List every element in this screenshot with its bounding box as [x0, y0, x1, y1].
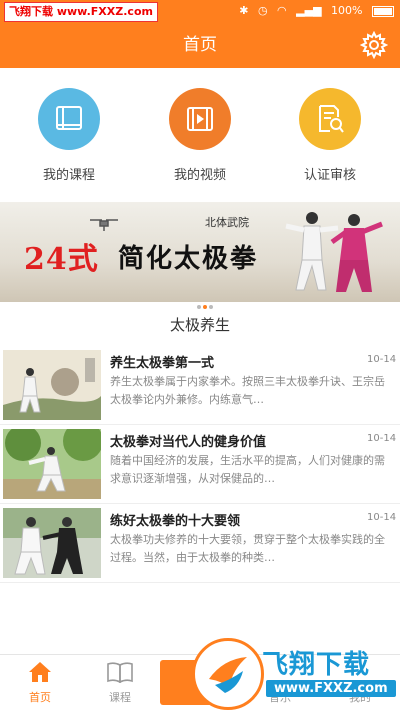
- wifi-icon: ◠: [277, 4, 287, 17]
- certification-review-label: 认证审核: [303, 168, 356, 183]
- book-icon: [38, 88, 100, 150]
- tab-home[interactable]: 首页: [0, 655, 80, 712]
- alarm-icon: ◷: [257, 4, 268, 17]
- document-search-icon: [299, 88, 361, 150]
- watermark-logo-mark: [192, 638, 264, 710]
- news-list: 养生太极拳第一式 10-14 养生太极拳属于内家拳术。按照三丰太极拳升诀、王宗岳…: [0, 346, 400, 583]
- tab-courses-label: 课程: [109, 691, 131, 704]
- bird-logo-icon: [209, 657, 247, 693]
- article-summary: 太极拳功夫修养的十大要领，贯穿于整个太极拳实践的全过程。当然，由于太极拳的种类…: [110, 533, 385, 564]
- my-videos-label: 我的视频: [173, 168, 226, 183]
- tab-home-label: 首页: [29, 691, 51, 704]
- watermark-brand: 飞翔下载: [262, 650, 371, 680]
- page-title: 首页: [183, 35, 217, 55]
- section-title: 太极养生: [169, 316, 230, 334]
- banner-source: 北体武院: [205, 216, 249, 229]
- list-item[interactable]: 练好太极拳的十大要领 10-14 太极拳功夫修养的十大要领，贯穿于整个太极拳实践…: [0, 504, 400, 583]
- article-thumbnail: [3, 350, 101, 420]
- gear-icon[interactable]: [360, 31, 388, 59]
- article-thumbnail: [3, 508, 101, 578]
- tab-courses[interactable]: 课程: [80, 655, 160, 712]
- open-book-icon: [107, 662, 133, 683]
- banner-number: 24式: [24, 242, 99, 277]
- article-title: 养生太极拳第一式: [110, 356, 215, 371]
- nav-bar: 首页: [0, 22, 400, 68]
- promo-banner[interactable]: 北体武院 24式 简化太极拳: [0, 202, 400, 302]
- article-date: 10-14: [367, 354, 397, 365]
- article-title: 太极拳对当代人的健身价值: [110, 435, 267, 450]
- banner-title: 简化太极拳: [118, 244, 259, 274]
- article-thumbnail: [3, 429, 101, 499]
- video-icon: [169, 88, 231, 150]
- watermark-badge: 飞翔下载 www.FXXZ.com: [4, 2, 158, 22]
- carousel-indicator[interactable]: [196, 294, 214, 313]
- article-summary: 养生太极拳属于内家拳术。按照三丰太极拳升诀、王宗岳太极拳论内外兼修。内练意气…: [110, 375, 385, 406]
- list-item[interactable]: 养生太极拳第一式 10-14 养生太极拳属于内家拳术。按照三丰太极拳升诀、王宗岳…: [0, 346, 400, 425]
- watermark-url: www.FXXZ.com: [266, 680, 396, 697]
- list-item[interactable]: 太极拳对当代人的健身价值 10-14 随着中国经济的发展，生活水平的提高，人们对…: [0, 425, 400, 504]
- watermark-logo: 飞翔下载 www.FXXZ.com: [192, 638, 396, 710]
- certification-review-button[interactable]: 认证审核: [275, 88, 385, 183]
- signal-icon: ▂▄▆: [296, 4, 322, 17]
- status-bar: 飞翔下载 www.FXXZ.com ✱ ◷ ◠ ▂▄▆ 100%: [0, 0, 400, 22]
- article-date: 10-14: [367, 512, 397, 523]
- taichi-figures-illustration: [285, 212, 383, 292]
- battery-label: 100%: [331, 4, 363, 17]
- status-indicators: ✱ ◷ ◠ ▂▄▆ 100%: [233, 2, 394, 20]
- bluetooth-icon: ✱: [239, 4, 249, 17]
- quick-actions: 我的课程 我的视频 认证审核: [0, 68, 400, 190]
- my-courses-button[interactable]: 我的课程: [14, 88, 124, 183]
- battery-icon: [372, 5, 394, 17]
- my-videos-button[interactable]: 我的视频: [145, 88, 255, 183]
- article-title: 练好太极拳的十大要领: [110, 514, 241, 529]
- article-summary: 随着中国经济的发展，生活水平的提高，人们对健康的需求意识逐渐增强，从对保健品的…: [110, 454, 385, 485]
- drone-icon: [90, 219, 118, 231]
- my-courses-label: 我的课程: [42, 168, 95, 183]
- home-icon: [29, 662, 51, 682]
- article-date: 10-14: [367, 433, 397, 444]
